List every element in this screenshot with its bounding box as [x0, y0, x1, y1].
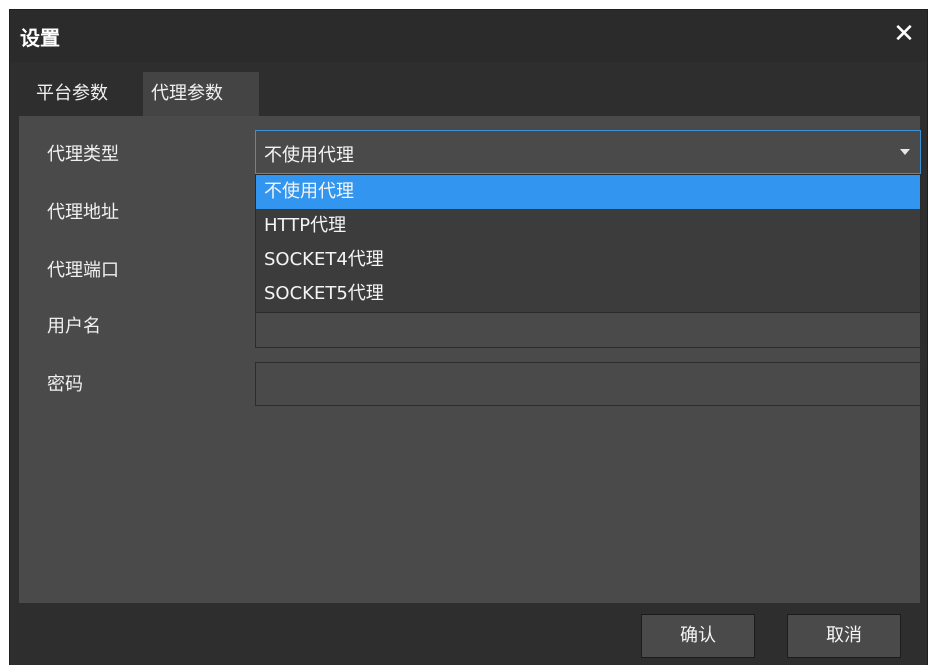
cancel-button[interactable]: 取消: [787, 614, 901, 658]
chevron-down-icon[interactable]: [900, 149, 910, 155]
dialog-footer: 确认 取消: [10, 603, 927, 665]
proxy-port-label: 代理端口: [47, 260, 119, 281]
dialog-title: 设置: [20, 26, 60, 50]
title-bar: 设置 ✕: [10, 10, 927, 62]
proxy-type-value: 不使用代理: [264, 145, 354, 166]
tab-proxy-params[interactable]: 代理参数: [143, 72, 259, 116]
tab-platform-params[interactable]: 平台参数: [28, 72, 143, 116]
close-icon[interactable]: ✕: [891, 18, 917, 50]
proxy-address-label: 代理地址: [47, 202, 119, 223]
dropdown-option-no-proxy[interactable]: 不使用代理: [256, 175, 920, 209]
proxy-type-select[interactable]: 不使用代理: [255, 130, 921, 174]
proxy-type-label: 代理类型: [47, 144, 119, 165]
settings-dialog: 设置 ✕ 平台参数 代理参数 代理类型 不使用代理 代理地址 代理端口 用户名 …: [9, 9, 928, 665]
password-field[interactable]: [255, 362, 921, 406]
dropdown-option-socket4-proxy[interactable]: SOCKET4代理: [256, 243, 920, 277]
confirm-button[interactable]: 确认: [641, 614, 755, 658]
username-label: 用户名: [47, 316, 101, 337]
dropdown-option-http-proxy[interactable]: HTTP代理: [256, 209, 920, 243]
proxy-type-dropdown: 不使用代理 HTTP代理 SOCKET4代理 SOCKET5代理: [255, 174, 921, 313]
dropdown-option-socket5-proxy[interactable]: SOCKET5代理: [256, 277, 920, 311]
password-label: 密码: [47, 374, 83, 395]
proxy-params-panel: 代理类型 不使用代理 代理地址 代理端口 用户名 密码 不使用代理 HTTP代理…: [19, 116, 921, 603]
